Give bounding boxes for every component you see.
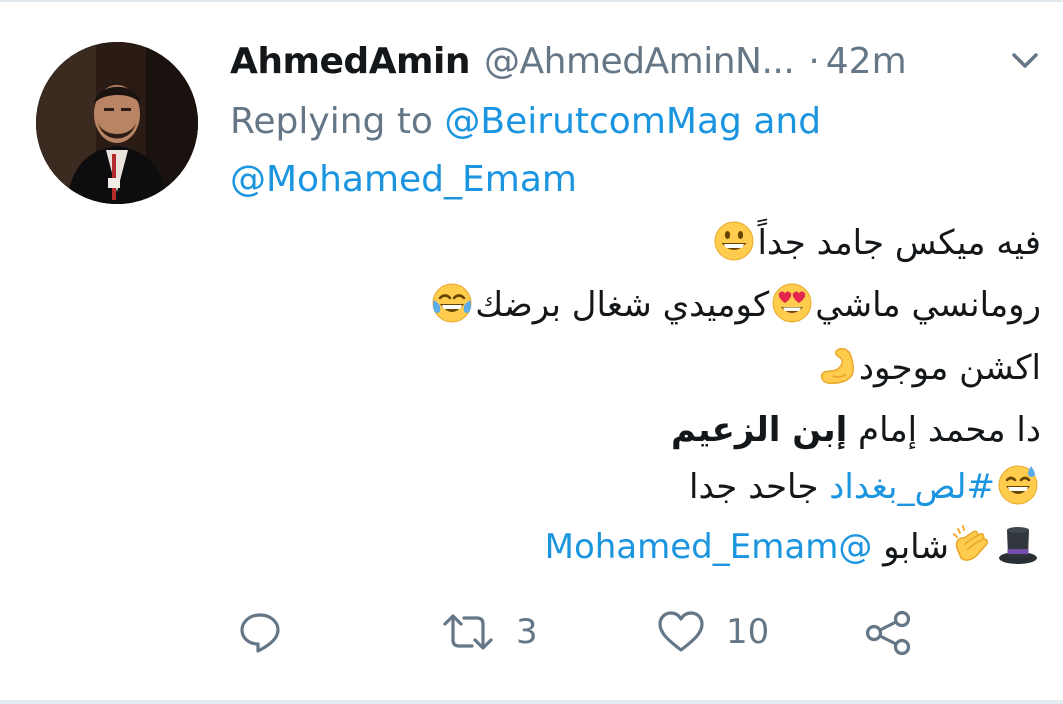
tweet-text-line-1: فيه ميكس جامد جداً bbox=[711, 218, 1041, 268]
reply-mention-mohamed-emam[interactable]: @Mohamed_Emam bbox=[230, 159, 577, 200]
replying-prefix: Replying to bbox=[230, 101, 433, 142]
tears-of-joy-icon bbox=[431, 282, 473, 324]
replying-to: Replying to @BeirutcomMag and bbox=[230, 98, 821, 146]
tweet-text-line-3: اكشن موجود bbox=[813, 343, 1041, 393]
timestamp[interactable]: 42m bbox=[826, 41, 907, 82]
tweet-text: اكشن موجود bbox=[858, 348, 1041, 388]
tweet-text-line-6: شابو @Mohamed_Emam bbox=[545, 522, 1041, 572]
share-button[interactable] bbox=[862, 604, 914, 660]
grinning-face-icon bbox=[713, 220, 755, 262]
tweet-text: جاحد جدا bbox=[689, 467, 819, 507]
user-handle[interactable]: @AhmedAminN... bbox=[484, 41, 795, 82]
like-count: 10 bbox=[726, 612, 770, 652]
clapping-hands-icon bbox=[951, 524, 993, 566]
share-icon bbox=[862, 608, 914, 656]
top-hat-icon bbox=[997, 524, 1039, 566]
tweet-text-bold: إبن الزعيم bbox=[671, 410, 848, 450]
tweet-text: شابو bbox=[883, 527, 949, 567]
reply-button[interactable] bbox=[236, 604, 284, 660]
reply-mention-beirutcommag[interactable]: @BeirutcomMag bbox=[444, 101, 741, 142]
tweet-text: رومانسي ماشي bbox=[815, 285, 1041, 325]
grinning-sweat-icon bbox=[997, 464, 1039, 506]
tweet-text-line-2: رومانسي ماشي كوميدي شغال برضك bbox=[429, 280, 1041, 330]
reply-and[interactable]: and bbox=[753, 101, 821, 142]
divider-bottom bbox=[0, 700, 1063, 704]
chevron-down-icon[interactable] bbox=[1010, 50, 1040, 72]
tweet-card[interactable]: AhmedAmin @AhmedAminN... · 42m Replying … bbox=[0, 0, 1063, 704]
hashtag-link[interactable]: #لص_بغداد bbox=[829, 467, 995, 507]
tweet-text-line-5: #لص_بغداد جاحد جدا bbox=[689, 462, 1041, 512]
replying-to-line2: @Mohamed_Emam bbox=[230, 156, 577, 204]
tweet-text: فيه ميكس جامد جداً bbox=[757, 223, 1041, 263]
separator-dot: · bbox=[808, 40, 820, 82]
like-button[interactable]: 10 bbox=[656, 604, 769, 660]
tweet-text-line-4: دا محمد إمام إبن الزعيم bbox=[671, 405, 1041, 455]
divider bbox=[0, 0, 1063, 2]
display-name[interactable]: AhmedAmin bbox=[230, 41, 471, 82]
tweet-text: كوميدي شغال برضك bbox=[475, 285, 770, 325]
retweet-icon bbox=[440, 608, 496, 656]
tweet-header: AhmedAmin @AhmedAminN... · 42m bbox=[230, 36, 1038, 86]
retweet-count: 3 bbox=[516, 612, 538, 652]
mention-mohamed-emam[interactable]: @Mohamed_Emam bbox=[545, 527, 873, 567]
reply-icon bbox=[236, 608, 284, 656]
tweet-actions: 3 10 bbox=[0, 604, 1063, 660]
tweet-text: دا محمد إمام bbox=[847, 410, 1041, 450]
heart-icon bbox=[656, 608, 706, 656]
heart-eyes-icon bbox=[771, 282, 813, 324]
avatar[interactable] bbox=[36, 42, 198, 204]
retweet-button[interactable]: 3 bbox=[440, 604, 538, 660]
flexed-biceps-icon bbox=[815, 345, 857, 387]
